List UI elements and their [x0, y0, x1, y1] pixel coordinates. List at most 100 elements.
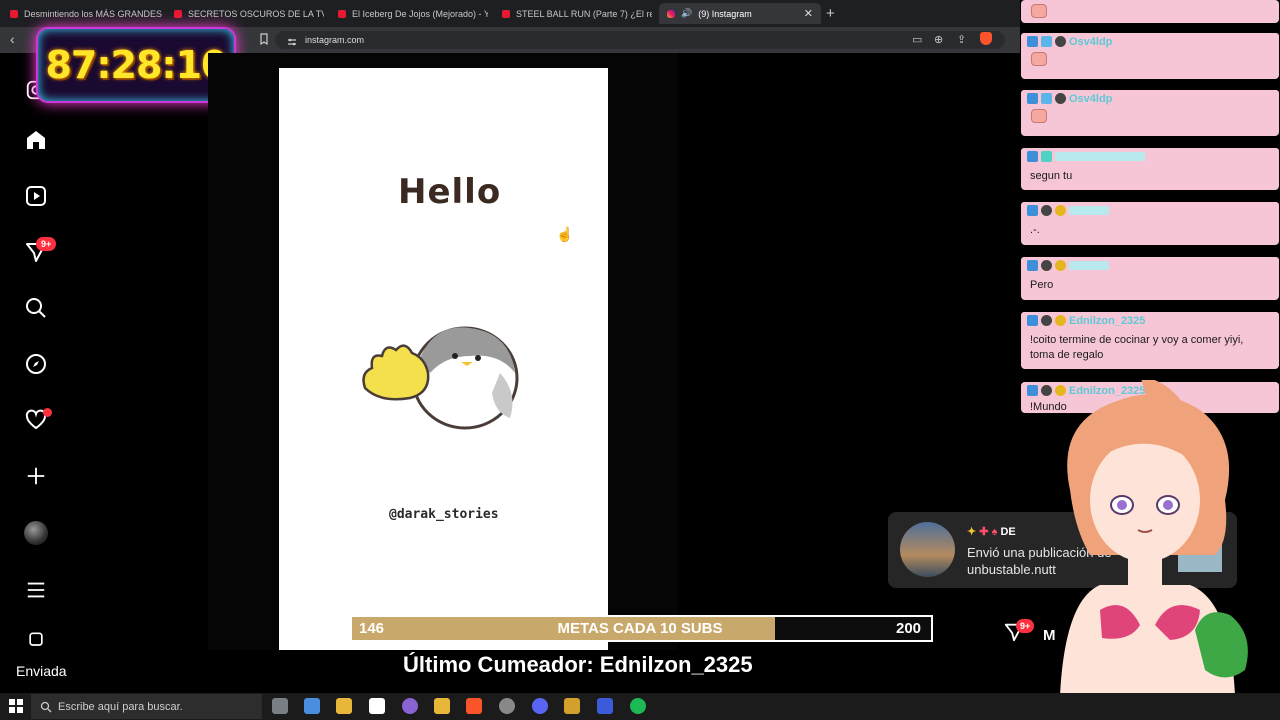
- brave-shield-icon[interactable]: [980, 32, 992, 45]
- emote-icon: [1031, 4, 1047, 18]
- badge-icon: [1027, 205, 1038, 216]
- badge-icon: [1027, 151, 1038, 162]
- waving-penguin-illustration: [360, 318, 525, 438]
- badge-icon: [1041, 205, 1052, 216]
- more-menu-icon[interactable]: [22, 576, 50, 604]
- goal-label: METAS CADA 10 SUBS: [557, 620, 723, 637]
- emote-icon: [1031, 109, 1047, 123]
- tab-label: (9) Instagram: [698, 8, 752, 19]
- chat-message: Osv4ldp: [1021, 33, 1279, 79]
- share-icon[interactable]: ⇪: [957, 33, 966, 46]
- taskbar-app-icon[interactable]: [272, 698, 288, 714]
- browser-tab[interactable]: SECRETOS OSCUROS DE LA TV | REC: [166, 3, 324, 24]
- badge-icon: [1055, 315, 1066, 326]
- chat-text: Pero: [1030, 279, 1054, 291]
- emoji-icon: ✚: [979, 526, 989, 538]
- create-plus-icon[interactable]: [22, 462, 50, 490]
- youtube-icon: [174, 9, 182, 18]
- badge-icon: [1041, 93, 1052, 104]
- browser-tab[interactable]: STEEL BALL RUN (Parte 7) ¿El reboor: [494, 3, 652, 24]
- store-icon[interactable]: [434, 698, 450, 714]
- brave-browser-icon[interactable]: [466, 698, 482, 714]
- goal-max: 200: [896, 620, 922, 637]
- zoom-icon[interactable]: ⊕: [934, 33, 943, 46]
- tab-label: SECRETOS OSCUROS DE LA TV | REC: [188, 8, 324, 19]
- chat-message: .-.: [1021, 202, 1279, 245]
- badge-icon: [1027, 260, 1038, 271]
- tab-label: Desmintiendo los MÁS GRANDES M: [24, 8, 162, 19]
- chat-username: [1069, 206, 1109, 215]
- reel-handle-text: @darak_stories: [389, 507, 499, 522]
- reel-hello-text: Hello: [398, 172, 502, 212]
- badge-icon: [1027, 36, 1038, 47]
- tab-label: STEEL BALL RUN (Parte 7) ¿El reboor: [516, 8, 652, 19]
- reels-icon[interactable]: [22, 182, 50, 210]
- profile-avatar[interactable]: [24, 521, 48, 545]
- hand-cursor-icon: ☝: [556, 226, 574, 242]
- windows-start-icon[interactable]: [9, 699, 23, 718]
- back-arrow-icon[interactable]: ‹: [10, 31, 15, 47]
- badge-icon: [1027, 93, 1038, 104]
- badge-icon: [1041, 36, 1052, 47]
- messages-badge: 9+: [1016, 619, 1035, 633]
- chat-username: [1055, 152, 1145, 161]
- file-explorer-icon[interactable]: [336, 698, 352, 714]
- taskbar-app-icon[interactable]: [597, 698, 613, 714]
- youtube-icon: [10, 9, 18, 18]
- chat-message: [1021, 0, 1279, 23]
- badge-icon: [1027, 315, 1038, 326]
- taskbar-app-icon[interactable]: [402, 698, 418, 714]
- badge-icon: [1055, 93, 1066, 104]
- notification-title: ✦ ✚ ♠ DE: [967, 526, 1016, 538]
- new-tab-button[interactable]: +: [826, 5, 835, 22]
- notification-dot: [43, 408, 52, 417]
- tab-label: El Iceberg De Jojos (Mejorado) - You: [352, 8, 488, 19]
- browser-tab[interactable]: El Iceberg De Jojos (Mejorado) - You: [330, 3, 488, 24]
- notification-avatar: [900, 522, 955, 577]
- discord-icon[interactable]: [532, 698, 548, 714]
- timer-value: 87:28:10: [45, 43, 227, 87]
- badge-icon: [1055, 36, 1066, 47]
- chat-text: .-.: [1030, 224, 1040, 236]
- chat-message: segun tu: [1021, 148, 1279, 190]
- taskbar-app-icon[interactable]: [304, 698, 320, 714]
- browser-tab-active[interactable]: 🔊 (9) Instagram ✕: [659, 3, 821, 24]
- emote-icon: [1031, 52, 1047, 66]
- spotify-icon[interactable]: [630, 698, 646, 714]
- address-bar[interactable]: [275, 31, 1005, 49]
- threads-icon[interactable]: [22, 630, 50, 650]
- sent-status-text: Enviada: [16, 663, 67, 679]
- search-placeholder: Escribe aquí para buscar.: [58, 701, 183, 713]
- close-tab-icon[interactable]: ✕: [804, 7, 813, 20]
- chat-message: Pero: [1021, 257, 1279, 300]
- site-info-icon[interactable]: [287, 34, 297, 52]
- url-text[interactable]: instagram.com: [305, 35, 364, 45]
- speaker-icon: 🔊: [681, 8, 693, 18]
- instagram-icon: [667, 9, 675, 18]
- search-icon: [40, 700, 52, 718]
- youtube-icon: [502, 9, 510, 18]
- notion-icon[interactable]: [369, 698, 385, 714]
- vtuber-avatar-illustration: [1030, 375, 1280, 700]
- browser-tab[interactable]: Desmintiendo los MÁS GRANDES M: [2, 3, 162, 24]
- last-cumeador-text: Último Cumeador: Ednilzon_2325: [403, 652, 753, 677]
- home-icon[interactable]: [22, 126, 50, 154]
- chat-message: Ednilzon_2325 !coito termine de cocinar …: [1021, 312, 1279, 369]
- messages-label: M: [1043, 627, 1056, 644]
- taskbar-app-icon[interactable]: [564, 698, 580, 714]
- badge-icon: [1055, 260, 1066, 271]
- chat-message: Osv4ldp: [1021, 90, 1279, 136]
- chat-username: Osv4ldp: [1069, 92, 1113, 105]
- badge-icon: [1041, 151, 1052, 162]
- emoji-icon: ✦: [967, 526, 977, 538]
- chat-text: segun tu: [1030, 170, 1073, 182]
- obs-icon[interactable]: [499, 698, 515, 714]
- badge-icon: [1055, 205, 1066, 216]
- search-icon[interactable]: [22, 294, 50, 322]
- messages-badge: 9+: [36, 237, 57, 251]
- goal-current: 146: [359, 620, 385, 637]
- badge-icon: [1041, 315, 1052, 326]
- explore-icon[interactable]: [22, 350, 50, 378]
- bookmark-icon[interactable]: [258, 32, 270, 50]
- cast-icon[interactable]: ▭: [912, 33, 922, 46]
